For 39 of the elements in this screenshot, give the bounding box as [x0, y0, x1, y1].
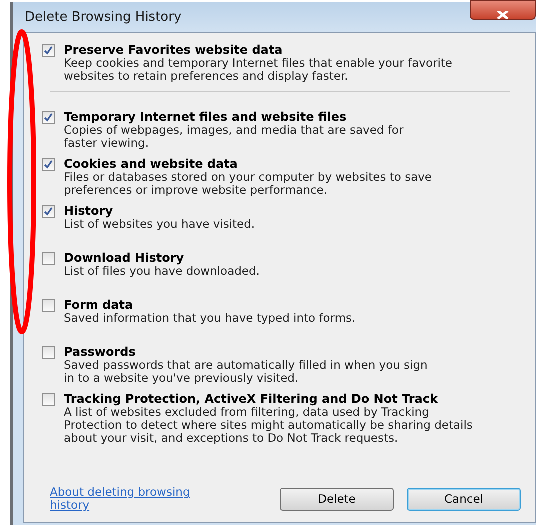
- close-button[interactable]: [470, 0, 536, 20]
- checkbox[interactable]: [42, 252, 55, 265]
- checkbox[interactable]: [42, 158, 55, 171]
- option-label: Cookies and website data: [64, 157, 239, 171]
- option-description: faster viewing.: [64, 137, 149, 150]
- option-label: Download History: [64, 251, 186, 265]
- option-description: in to a website you've previously visited.: [64, 372, 300, 385]
- check-icon: [44, 46, 53, 55]
- option-label: Tracking Protection, ActiveX Filtering and Do Not Track: [64, 392, 439, 406]
- help-link[interactable]: About deleting browsing history: [50, 486, 225, 512]
- check-icon: [44, 160, 53, 169]
- checkbox[interactable]: [42, 299, 55, 312]
- option-description: Saved information that you have typed into forms.: [64, 312, 356, 325]
- dialog-button[interactable]: Delete: [280, 488, 394, 510]
- checkbox[interactable]: [42, 205, 55, 218]
- checkbox[interactable]: [42, 44, 55, 57]
- option-description: List of websites you have visited.: [64, 218, 256, 231]
- option-description: preferences or improve website performance.: [64, 184, 328, 197]
- checkbox[interactable]: [42, 393, 55, 406]
- option-label: Passwords: [64, 345, 137, 359]
- option-label: Preserve Favorites website data: [64, 43, 284, 57]
- option-description: websites to retain preferences and display faster.: [64, 70, 350, 83]
- option-description: Saved passwords that are automatically filled in when you sign: [64, 359, 428, 372]
- option-description: List of files you have downloaded.: [64, 265, 260, 278]
- check-icon: [44, 207, 53, 216]
- option-label: Form data: [64, 298, 134, 312]
- dialog-button[interactable]: Cancel: [407, 488, 521, 510]
- option-label: History: [64, 204, 114, 218]
- checkbox[interactable]: [42, 346, 55, 359]
- option-description: Keep cookies and temporary Internet files that enable your favorite: [64, 57, 453, 70]
- option-description: A list of websites excluded from filtering, data used by Tracking: [64, 406, 430, 419]
- option-description: about your visit, and exceptions to Do Not Track requests.: [64, 432, 398, 445]
- option-description: Protection to detect where sites might automatically be sharing details: [64, 419, 473, 432]
- option-label: Temporary Internet files and website files: [64, 110, 348, 124]
- option-description: Files or databases stored on your computer by websites to save: [64, 171, 432, 184]
- option-description: Copies of webpages, images, and media that are saved for: [64, 124, 404, 137]
- window-title: Delete Browsing History: [24, 10, 182, 24]
- check-icon: [44, 113, 53, 122]
- checkbox[interactable]: [42, 111, 55, 124]
